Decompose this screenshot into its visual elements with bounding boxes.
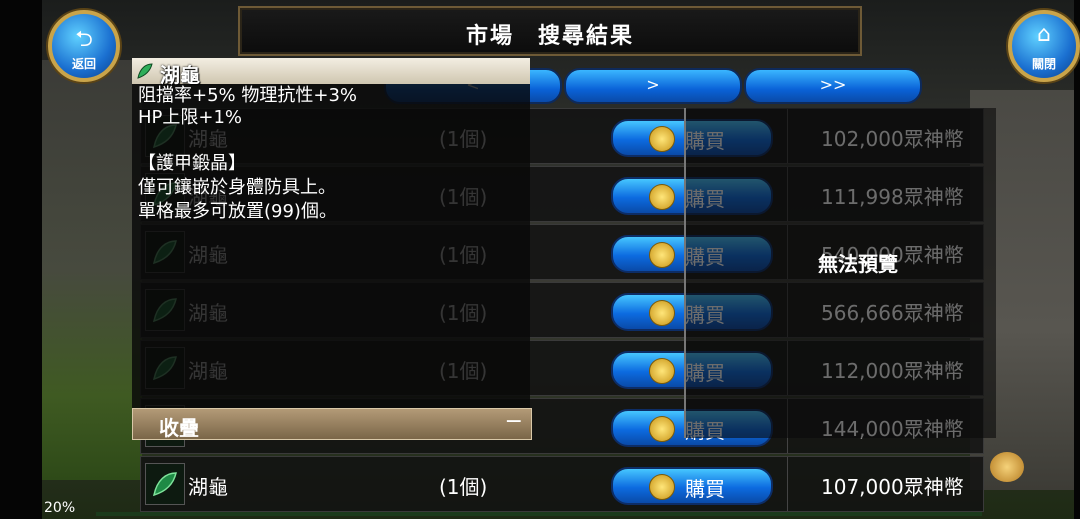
last-page-button[interactable]: >> [744,68,922,104]
item-quantity: (1個) [439,475,488,499]
close-button-label: 關閉 [1031,57,1056,71]
coin-icon [649,416,675,442]
tooltip-stats-line-1: 阻擋率+5% 物理抗性+3% [138,85,357,106]
coin-icon [649,126,675,152]
page-title: 市場 搜尋結果 [465,24,634,49]
tooltip-header: 湖龜 [132,58,530,87]
close-button[interactable]: ⌂ 關閉 [1008,10,1080,82]
home-icon: ⌂ [1037,22,1051,47]
collapse-button[interactable]: 收疊 − [132,408,532,440]
next-page-label: > [646,75,660,94]
screen-edge-right [1074,0,1080,519]
status-progress-bar [96,512,982,516]
background-wall-left [42,60,142,480]
item-tooltip: 湖龜 阻擋率+5% 物理抗性+3% HP上限+1% 【護甲鍛晶】 僅可鑲嵌於身體… [132,58,532,440]
collapse-label: 收疊 [159,416,199,440]
buy-button[interactable]: 購買 [611,467,773,505]
coin-icon [649,184,675,210]
back-button[interactable]: ⮌ 返回 [48,10,120,82]
leaf-icon [145,463,185,505]
palette-icon[interactable] [990,452,1024,482]
screen-edge-left [0,0,42,519]
item-name: 湖龜 [188,475,228,499]
status-percent: 20% [44,500,76,516]
tooltip-item-name: 湖龜 [160,63,200,87]
column-divider [787,457,788,511]
tooltip-stats-line-2: HP上限+1% [138,107,243,128]
next-page-button[interactable]: > [564,68,742,104]
preview-unavailable-text: 無法預覽 [818,252,898,276]
status-indicator: 20% [44,500,75,516]
back-button-label: 返回 [71,57,96,71]
minus-icon: − [504,409,523,434]
item-price: 107,000眾神幣 [821,475,964,499]
last-page-label: >> [819,75,847,94]
coin-icon [649,300,675,326]
coin-icon [649,474,675,500]
leaf-icon [137,63,153,79]
tooltip-desc-line-2: 單格最多可放置(99)個。 [138,201,337,222]
buy-button-label: 購買 [685,477,725,501]
title-bar: 市場 搜尋結果 [238,6,862,56]
table-row[interactable]: 湖龜 (1個) 購買 107,000眾神幣 [140,456,984,512]
tooltip-desc-line-1: 僅可鑲嵌於身體防具上。 [138,177,336,198]
tooltip-category: 【護甲鍛晶】 [138,153,246,174]
coin-icon [649,242,675,268]
coin-icon [649,358,675,384]
item-preview-panel: 無法預覽 [684,108,996,438]
